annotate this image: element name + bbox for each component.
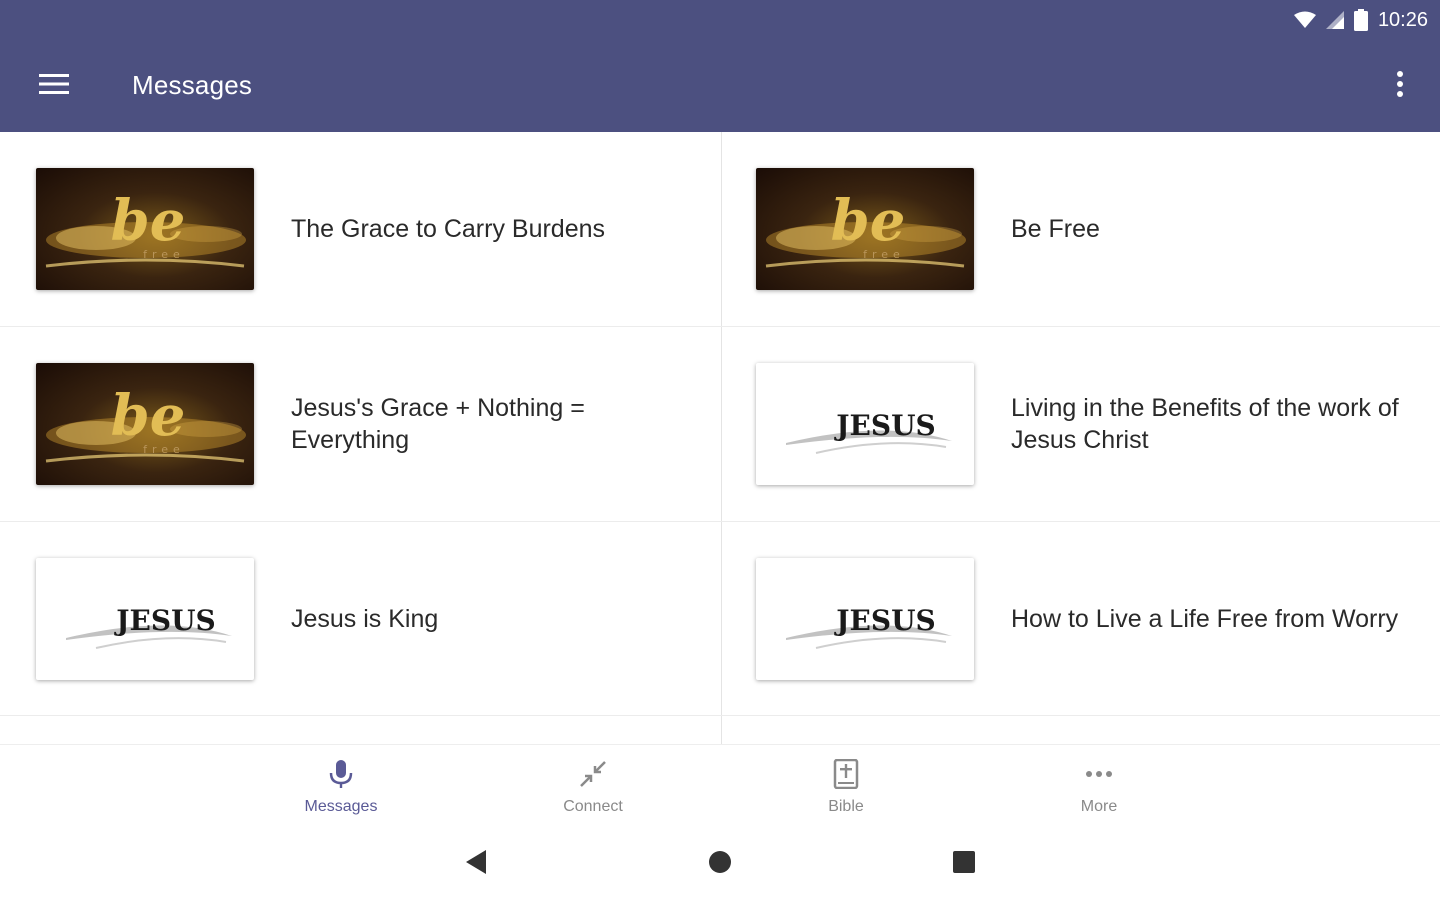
microphone-icon <box>328 759 354 794</box>
system-navigation-bar <box>0 824 1440 900</box>
message-thumbnail: be free <box>756 168 974 290</box>
status-bar: 10:26 <box>1293 6 1428 34</box>
app-bar: 10:26 Messages <box>0 0 1440 132</box>
message-item[interactable]: be free The Grace to Carry Burdens <box>0 132 720 326</box>
message-thumbnail: be free <box>36 363 254 485</box>
thumb-title: JESUS <box>833 409 935 442</box>
thumb-title: be <box>831 188 906 254</box>
thumb-subtitle: free <box>143 248 185 261</box>
nav-bible[interactable]: Bible <box>766 745 926 825</box>
nav-label: More <box>1080 798 1118 815</box>
message-item[interactable]: JESUS How to Live a Life Free from Worry <box>720 522 1440 716</box>
thumb-title: JESUS <box>113 604 215 637</box>
recents-square-icon <box>952 850 976 879</box>
message-item[interactable]: be free Jesus's Grace + Nothing = Everyt… <box>0 327 720 521</box>
messages-grid: be free The Grace to Carry Burdens be fr… <box>0 132 1440 744</box>
back-triangle-icon <box>464 849 488 880</box>
battery-icon <box>1353 9 1368 31</box>
hamburger-icon <box>39 73 69 100</box>
message-thumbnail: JESUS <box>36 558 254 680</box>
nav-more[interactable]: More <box>1019 745 1179 825</box>
home-circle-icon <box>708 850 732 879</box>
status-time: 10:26 <box>1377 8 1428 31</box>
system-home-button[interactable] <box>706 850 734 878</box>
system-recents-button[interactable] <box>950 850 978 878</box>
nav-label: Bible <box>828 798 864 815</box>
nav-label: Messages <box>304 798 378 815</box>
message-title: Jesus's Grace + Nothing = Everything <box>291 394 585 454</box>
message-title: Be Free <box>1011 215 1100 243</box>
message-title: How to Live a Life Free from Worry <box>1011 605 1399 633</box>
message-thumbnail: JESUS <box>756 558 974 680</box>
thumb-title: JESUS <box>833 604 935 637</box>
more-horizontal-icon <box>1084 759 1114 794</box>
nav-connect[interactable]: Connect <box>513 745 673 825</box>
thumb-title: be <box>111 383 186 449</box>
overflow-menu-button[interactable] <box>1388 66 1412 106</box>
message-thumbnail: JESUS <box>756 363 974 485</box>
message-thumbnail: be free <box>36 168 254 290</box>
message-item[interactable]: JESUS Living in the Benefits of the work… <box>720 327 1440 521</box>
bible-icon <box>833 758 859 794</box>
thumb-subtitle: free <box>863 248 905 261</box>
hamburger-menu-button[interactable] <box>36 68 72 104</box>
more-vertical-icon <box>1397 70 1403 102</box>
page-title: Messages <box>132 70 253 100</box>
system-back-button[interactable] <box>462 849 490 880</box>
cell-signal-icon <box>1325 11 1344 29</box>
message-item[interactable]: JESUS Jesus is King <box>0 522 720 716</box>
message-title: The Grace to Carry Burdens <box>291 215 606 243</box>
nav-label: Connect <box>563 798 623 815</box>
message-title: Living in the Benefits of the work of Je… <box>1011 394 1399 454</box>
connect-icon <box>578 759 608 794</box>
bottom-navigation: Messages Connect Bible More <box>0 744 1440 824</box>
thumb-subtitle: free <box>143 443 185 456</box>
wifi-icon <box>1293 11 1316 29</box>
thumb-title: be <box>111 188 186 254</box>
message-item[interactable]: be free Be Free <box>720 132 1440 326</box>
message-title: Jesus is King <box>291 605 439 633</box>
nav-messages[interactable]: Messages <box>261 745 421 825</box>
